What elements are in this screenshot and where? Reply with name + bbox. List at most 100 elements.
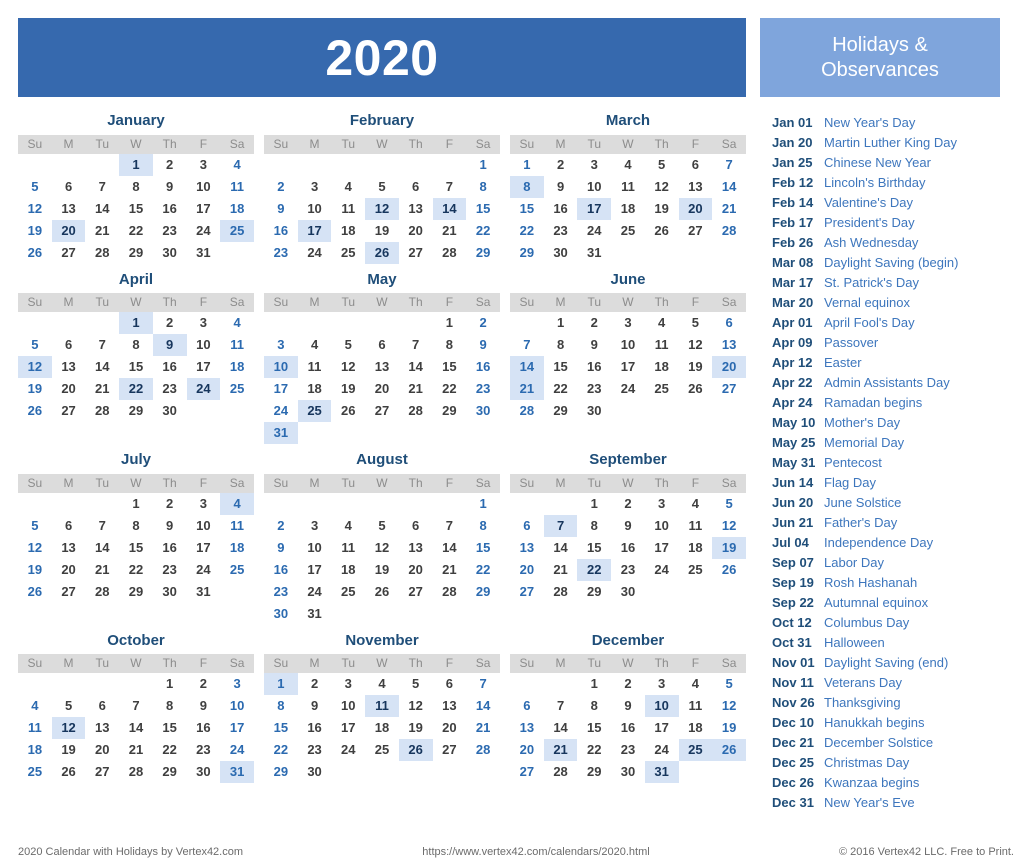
day-cell[interactable]: 29 [264,761,298,783]
day-cell[interactable]: 10 [331,695,365,717]
day-cell[interactable]: 15 [577,537,611,559]
day-cell[interactable]: 26 [645,220,679,242]
day-cell[interactable]: 22 [153,739,187,761]
day-cell[interactable]: 4 [679,673,713,695]
day-cell-empty[interactable] [85,312,119,334]
day-cell[interactable]: 28 [85,581,119,603]
day-cell-empty[interactable] [365,422,399,444]
day-cell[interactable]: 22 [510,220,544,242]
day-cell[interactable]: 26 [365,241,399,264]
day-cell[interactable]: 2 [466,312,500,334]
day-cell[interactable]: 29 [153,761,187,783]
day-cell[interactable]: 11 [679,515,713,537]
day-cell[interactable]: 12 [51,717,86,739]
day-cell[interactable]: 19 [18,559,52,581]
day-cell[interactable]: 13 [712,334,746,356]
day-cell[interactable]: 13 [510,717,544,739]
day-cell[interactable]: 3 [298,176,332,198]
day-cell[interactable]: 26 [52,761,86,783]
day-cell[interactable]: 29 [577,581,611,603]
day-cell[interactable]: 26 [679,378,713,400]
day-cell[interactable]: 20 [85,739,119,761]
day-cell[interactable]: 19 [399,717,433,739]
day-cell[interactable]: 21 [433,559,467,581]
day-cell[interactable]: 11 [365,695,399,717]
day-cell[interactable]: 10 [644,695,679,717]
day-cell[interactable]: 22 [544,378,578,400]
day-cell[interactable]: 8 [510,175,544,198]
day-cell[interactable]: 20 [433,717,467,739]
day-cell[interactable]: 17 [298,559,332,581]
day-cell[interactable]: 28 [85,400,119,422]
day-cell[interactable]: 17 [331,717,365,739]
day-cell[interactable]: 28 [510,400,544,422]
day-cell-empty[interactable] [399,761,433,783]
day-cell[interactable]: 1 [433,312,467,334]
day-cell[interactable]: 28 [466,739,500,761]
day-cell-empty[interactable] [679,761,713,783]
day-cell[interactable]: 18 [220,356,254,378]
day-cell[interactable]: 5 [399,673,433,695]
day-cell[interactable]: 9 [187,695,221,717]
day-cell[interactable]: 9 [264,537,298,559]
day-cell[interactable]: 23 [153,220,187,242]
day-cell[interactable]: 23 [264,581,298,603]
day-cell[interactable]: 11 [331,198,365,220]
day-cell-empty[interactable] [399,422,433,444]
day-cell[interactable]: 21 [543,739,578,761]
day-cell[interactable]: 10 [264,356,298,378]
day-cell[interactable]: 2 [611,673,645,695]
day-cell[interactable]: 2 [153,312,187,334]
day-cell[interactable]: 23 [264,242,298,264]
day-cell-empty[interactable] [510,673,544,695]
day-cell[interactable]: 30 [544,242,578,264]
day-cell[interactable]: 28 [433,581,467,603]
day-cell[interactable]: 14 [85,356,119,378]
day-cell[interactable]: 6 [712,312,746,334]
day-cell[interactable]: 1 [119,493,153,515]
day-cell[interactable]: 17 [645,537,679,559]
day-cell[interactable]: 18 [331,559,365,581]
day-cell[interactable]: 17 [264,378,298,400]
day-cell-empty[interactable] [331,312,365,334]
day-cell-empty[interactable] [298,312,332,334]
day-cell[interactable]: 29 [577,761,611,783]
day-cell-empty[interactable] [18,154,52,176]
day-cell[interactable]: 30 [611,581,645,603]
day-cell-empty[interactable] [365,761,399,783]
day-cell-empty[interactable] [264,312,298,334]
day-cell[interactable]: 3 [611,312,645,334]
day-cell-empty[interactable] [264,154,298,176]
day-cell[interactable]: 2 [298,673,332,695]
day-cell[interactable]: 18 [645,356,679,378]
day-cell[interactable]: 26 [18,400,52,422]
day-cell-empty[interactable] [466,603,500,625]
day-cell[interactable]: 18 [220,537,254,559]
day-cell[interactable]: 18 [679,537,713,559]
day-cell[interactable]: 13 [399,537,433,559]
day-cell[interactable]: 6 [365,334,399,356]
day-cell[interactable]: 22 [119,220,153,242]
day-cell[interactable]: 23 [298,739,332,761]
day-cell[interactable]: 9 [577,334,611,356]
day-cell[interactable]: 7 [85,334,119,356]
day-cell[interactable]: 31 [577,242,611,264]
day-cell[interactable]: 3 [187,312,221,334]
day-cell[interactable]: 9 [264,198,298,220]
day-cell[interactable]: 5 [712,493,746,515]
day-cell[interactable]: 28 [544,581,578,603]
day-cell[interactable]: 27 [433,739,467,761]
day-cell[interactable]: 2 [264,176,298,198]
day-cell-empty[interactable] [645,242,679,264]
day-cell[interactable]: 10 [220,695,254,717]
day-cell[interactable]: 17 [187,537,221,559]
day-cell[interactable]: 16 [466,356,500,378]
day-cell-empty[interactable] [466,761,500,783]
day-cell[interactable]: 21 [85,220,119,242]
day-cell[interactable]: 29 [466,581,500,603]
day-cell[interactable]: 15 [577,717,611,739]
day-cell[interactable]: 5 [645,154,679,176]
day-cell[interactable]: 21 [85,559,119,581]
day-cell[interactable]: 28 [712,220,746,242]
day-cell[interactable]: 4 [679,493,713,515]
